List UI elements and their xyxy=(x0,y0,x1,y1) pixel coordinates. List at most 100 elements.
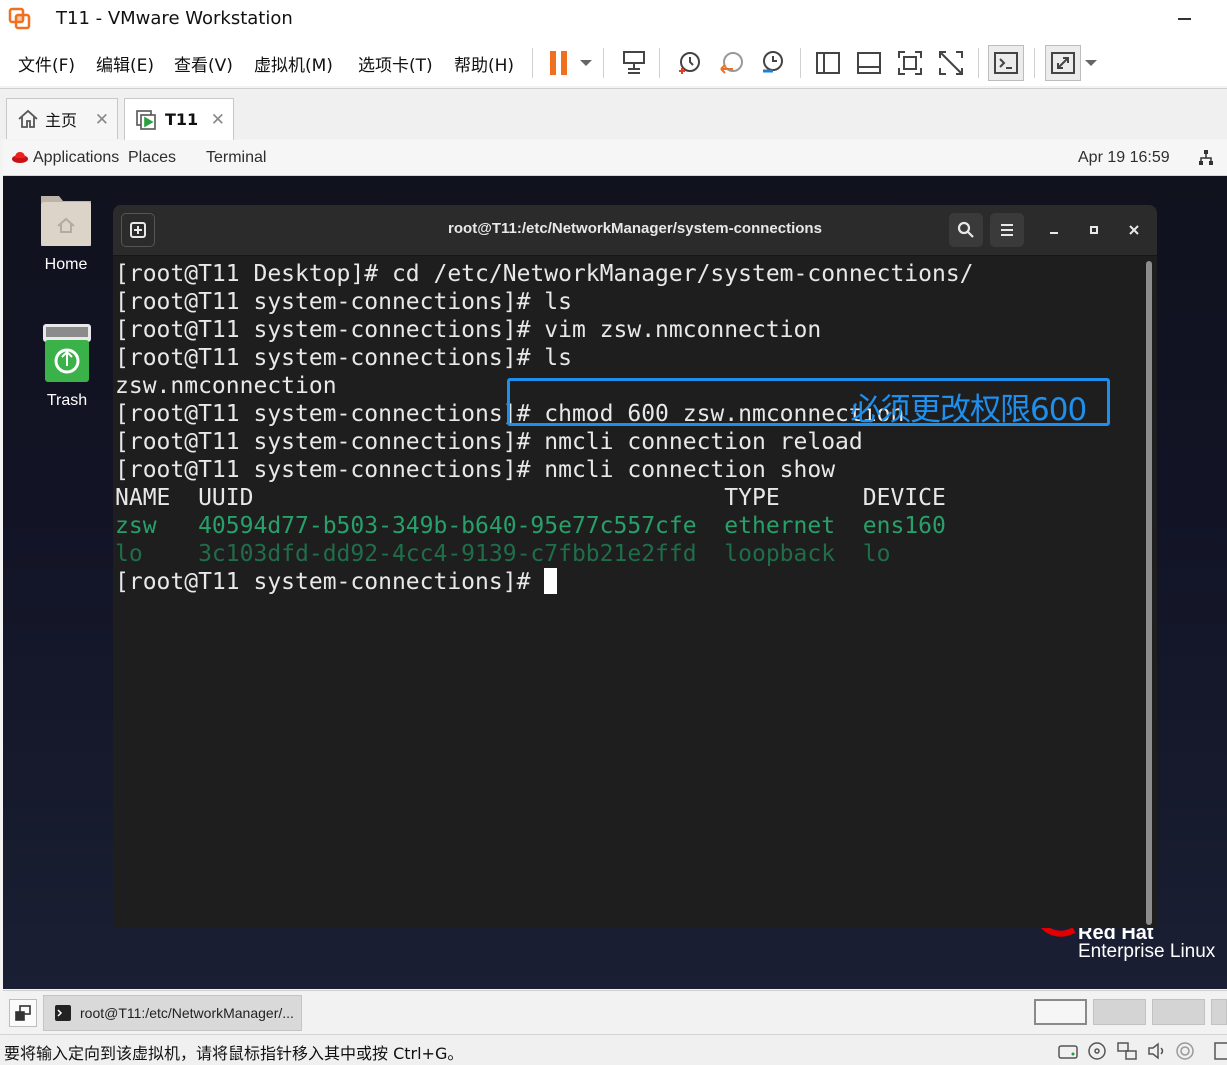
toolbar-divider xyxy=(978,48,979,78)
toolbar-divider xyxy=(532,48,533,78)
message-log-icon[interactable] xyxy=(1210,1040,1227,1062)
sound-icon[interactable] xyxy=(1146,1040,1168,1062)
show-desktop-icon xyxy=(15,1005,31,1021)
terminal-line: zsw.nmconnection xyxy=(115,373,337,399)
show-desktop-button[interactable] xyxy=(9,999,37,1027)
terminal-prompt-line: [root@T11 system-connections]# xyxy=(115,568,558,596)
redhat-icon xyxy=(12,152,28,163)
console-view-button[interactable] xyxy=(988,45,1024,81)
brand-product: Enterprise Linux xyxy=(1078,941,1216,962)
search-icon xyxy=(957,221,974,238)
workspace-1[interactable] xyxy=(1034,999,1087,1025)
terminal-line: [root@T11 system-connections]# nmcli con… xyxy=(115,457,836,483)
stretch-view-button[interactable] xyxy=(1045,45,1081,81)
terminal-output[interactable]: [root@T11 Desktop]# cd /etc/NetworkManag… xyxy=(113,256,1157,928)
close-icon[interactable]: ✕ xyxy=(95,110,109,130)
unity-button[interactable] xyxy=(933,45,969,81)
terminal-header-bar[interactable]: root@T11:/etc/NetworkManager/system-conn… xyxy=(113,205,1157,256)
terminal-line: [root@T11 Desktop]# cd /etc/NetworkManag… xyxy=(115,261,974,287)
menu-file[interactable]: 文件(F) xyxy=(18,51,75,76)
snapshot-clock-icon xyxy=(679,52,700,74)
power-dropdown-chevron-down-icon[interactable] xyxy=(580,60,592,66)
unity-icon xyxy=(939,51,963,75)
workspace-4[interactable] xyxy=(1211,999,1227,1025)
terminal-window[interactable]: root@T11:/etc/NetworkManager/system-conn… xyxy=(113,205,1157,928)
console-icon xyxy=(994,52,1018,74)
guest-desktop: Home Trash Red Hat Enterprise Linux root… xyxy=(3,176,1227,989)
taskbar-terminal-item[interactable]: root@T11:/etc/NetworkManager/... xyxy=(43,995,302,1031)
close-icon[interactable]: ✕ xyxy=(211,110,225,130)
home-icon xyxy=(18,109,38,128)
toolbar-divider xyxy=(1034,48,1035,78)
terminal-line: [root@T11 system-connections]# ls xyxy=(115,345,572,371)
minimize-icon xyxy=(1050,232,1058,234)
revert-snapshot-icon xyxy=(720,52,743,74)
terminal-line: [root@T11 system-connections]# nmcli con… xyxy=(115,429,863,455)
network-adapter-icon[interactable] xyxy=(1116,1040,1138,1062)
workspace-3[interactable] xyxy=(1152,999,1205,1025)
terminal-line: [root@T11 system-connections]# ls xyxy=(115,289,572,315)
sidebar-layout-icon xyxy=(816,52,840,74)
trash-icon[interactable] xyxy=(42,322,92,384)
hard-disk-icon[interactable] xyxy=(1057,1040,1079,1062)
toolbar-divider xyxy=(659,48,660,78)
tab-label: T11 xyxy=(165,110,199,129)
thumbnail-bar-icon xyxy=(857,52,881,74)
view-dropdown-chevron-down-icon[interactable] xyxy=(1085,60,1097,66)
cd-dvd-icon[interactable] xyxy=(1086,1040,1108,1062)
terminal-scrollbar[interactable] xyxy=(1146,261,1152,925)
home-folder-icon[interactable] xyxy=(39,188,93,248)
hamburger-menu-icon xyxy=(1001,224,1013,236)
show-thumbnail-bar-button[interactable] xyxy=(851,45,887,81)
minimize-button[interactable] xyxy=(1172,6,1198,32)
menu-edit[interactable]: 编辑(E) xyxy=(96,51,154,76)
tab-home[interactable]: 主页 ✕ xyxy=(6,98,118,139)
terminal-app-menu[interactable]: Terminal xyxy=(206,149,266,167)
keyboard-send-icon xyxy=(623,51,645,74)
terminal-minimize-button[interactable] xyxy=(1043,219,1065,241)
window-title: T11 - VMware Workstation xyxy=(56,8,293,29)
stretch-guest-icon xyxy=(1051,52,1075,74)
snapshot-manager-icon xyxy=(763,51,783,73)
fullscreen-icon xyxy=(898,51,922,75)
gnome-top-bar: Applications Places Terminal Apr 19 16:5… xyxy=(3,140,1227,176)
pause-icon xyxy=(550,51,567,75)
text-cursor xyxy=(544,568,558,594)
title-bar: T11 - VMware Workstation xyxy=(0,0,1227,40)
menu-tabs[interactable]: 选项卡(T) xyxy=(358,51,433,76)
tab-bar: 主页 ✕ T11 ✕ xyxy=(0,89,1227,140)
terminal-close-button[interactable] xyxy=(1123,219,1145,241)
places-menu[interactable]: Places xyxy=(128,149,176,167)
clock[interactable]: Apr 19 16:59 xyxy=(1078,149,1170,167)
terminal-line: [root@T11 system-connections]# vim zsw.n… xyxy=(115,317,822,343)
connection-row-active: zsw 40594d77-b503-349b-b640-95e77c557cfe… xyxy=(115,513,946,539)
pause-button[interactable] xyxy=(541,45,577,81)
menu-view[interactable]: 查看(V) xyxy=(174,51,233,76)
terminal-maximize-button[interactable] xyxy=(1083,219,1105,241)
tab-label: 主页 xyxy=(45,111,78,130)
usb-device-icon[interactable] xyxy=(1174,1040,1196,1062)
menu-help[interactable]: 帮助(H) xyxy=(454,51,514,76)
menu-button[interactable] xyxy=(990,213,1024,247)
vmware-logo-icon xyxy=(8,7,31,30)
menu-vm[interactable]: 虚拟机(M) xyxy=(254,51,333,76)
applications-menu[interactable]: Applications xyxy=(33,149,119,167)
toolbar-divider xyxy=(603,48,604,78)
trash-icon-label: Trash xyxy=(46,392,88,409)
snapshot-button[interactable] xyxy=(671,45,707,81)
terminal-icon xyxy=(55,1005,71,1021)
annotation-text: 必须更改权限600 xyxy=(850,392,1087,428)
status-message: 要将输入定向到该虚拟机，请将鼠标指针移入其中或按 Ctrl+G。 xyxy=(4,1044,464,1063)
full-screen-button[interactable] xyxy=(892,45,928,81)
tab-t11[interactable]: T11 ✕ xyxy=(124,98,234,140)
maximize-icon xyxy=(1090,226,1098,234)
search-button[interactable] xyxy=(949,213,983,247)
send-ctrl-alt-del-button[interactable] xyxy=(616,45,652,81)
network-icon[interactable] xyxy=(1198,149,1214,167)
workspace-2[interactable] xyxy=(1093,999,1146,1025)
toolbar-divider xyxy=(800,48,801,78)
terminal-prompt: [root@T11 system-connections]# xyxy=(115,569,545,595)
snapshot-manager-button[interactable] xyxy=(754,45,790,81)
show-library-button[interactable] xyxy=(810,45,846,81)
revert-snapshot-button[interactable] xyxy=(713,45,749,81)
